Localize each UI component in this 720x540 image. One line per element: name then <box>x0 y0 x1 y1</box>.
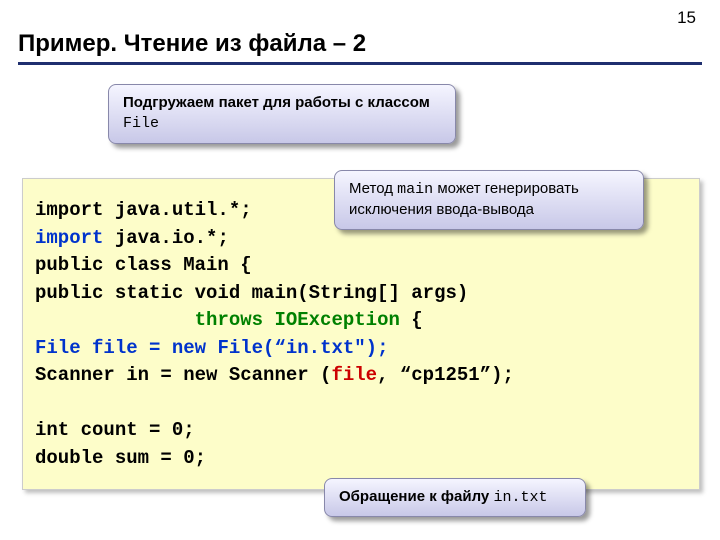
callout-file-access: Обращение к файлу in.txt <box>324 478 586 517</box>
code-l9: double sum = 0; <box>35 447 206 469</box>
code-l8: int count = 0; <box>35 419 195 441</box>
code-l6-a: File file = <box>35 337 172 359</box>
code-l4: public static void main(String[] args) <box>35 282 468 304</box>
callout1-text: Подгружаем пакет для работы с классом <box>123 94 430 111</box>
callout3-mono: in.txt <box>493 489 547 506</box>
code-l5-kw: throws IOException <box>195 309 400 331</box>
callout2-prefix: Метод <box>349 180 397 197</box>
code-l5-end: { <box>400 309 423 331</box>
callout-import-package: Подгружаем пакет для работы с классом Fi… <box>108 84 456 144</box>
callout-main-throws: Метод main может генерировать исключения… <box>334 170 644 230</box>
page-number: 15 <box>677 8 696 28</box>
code-l7-red: file <box>331 364 377 386</box>
code-l6-b: File(“in.txt"); <box>206 337 388 359</box>
code-l6-kw: new <box>172 337 206 359</box>
callout1-mono: File <box>123 115 159 132</box>
code-l7-b: , “cp1251”); <box>377 364 514 386</box>
code-l7-a: Scanner in = new Scanner ( <box>35 364 331 386</box>
code-l1: import java.util.*; <box>35 199 252 221</box>
title-underline <box>18 62 702 65</box>
code-l3: public class Main { <box>35 254 252 276</box>
code-l2-rest: java.io.*; <box>103 227 228 249</box>
code-l5-pad <box>35 309 195 331</box>
callout3-prefix: Обращение к файлу <box>339 488 493 505</box>
code-l2-kw: import <box>35 227 103 249</box>
callout2-mono: main <box>397 181 433 198</box>
page-title: Пример. Чтение из файла – 2 <box>18 30 366 58</box>
